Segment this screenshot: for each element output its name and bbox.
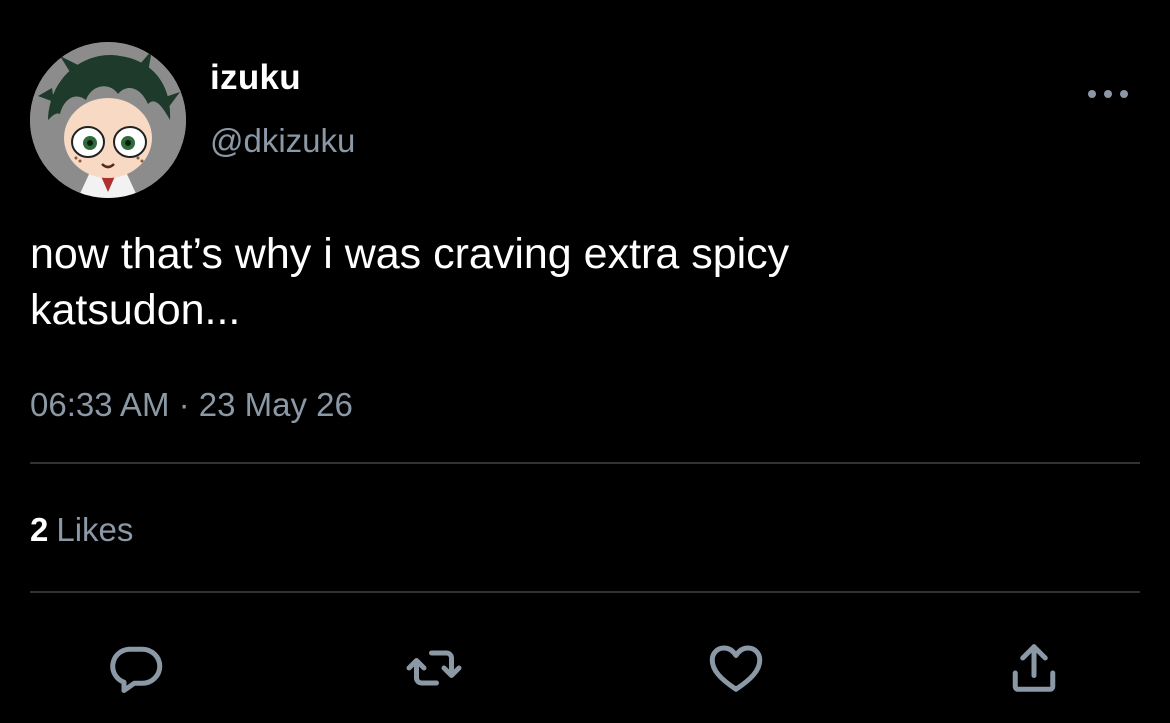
avatar[interactable] <box>30 42 186 198</box>
divider <box>30 462 1140 464</box>
reply-button[interactable] <box>104 636 168 700</box>
share-button[interactable] <box>1002 636 1066 700</box>
tweet-timestamp[interactable]: 06:33 AM · 23 May 26 <box>30 386 353 424</box>
like-button[interactable] <box>704 636 768 700</box>
tweet-date: 23 May 26 <box>198 386 353 423</box>
speech-bubble-icon <box>110 646 163 693</box>
likes-count: 2 <box>30 511 49 548</box>
more-options-button[interactable] <box>1086 82 1130 106</box>
tweet-time: 06:33 AM <box>30 386 170 423</box>
avatar-image <box>30 42 186 198</box>
meta-separator: · <box>169 386 199 423</box>
retweet-arrows-icon <box>406 650 462 686</box>
more-dots-icon <box>1088 90 1096 98</box>
more-dots-icon <box>1104 90 1112 98</box>
retweet-button[interactable] <box>402 636 466 700</box>
author-display-name[interactable]: izuku <box>210 58 301 98</box>
author-handle[interactable]: @dkizuku <box>210 122 355 160</box>
likes-label: Likes <box>56 511 134 548</box>
tweet-detail: izuku @dkizuku now that’s why i was crav… <box>0 0 1170 723</box>
divider <box>30 591 1140 593</box>
likes-stat[interactable]: 2 Likes <box>30 511 133 549</box>
tweet-text: now that’s why i was craving extra spicy… <box>30 230 790 334</box>
more-dots-icon <box>1120 90 1128 98</box>
share-upload-icon <box>1012 644 1056 692</box>
heart-icon <box>709 645 763 692</box>
